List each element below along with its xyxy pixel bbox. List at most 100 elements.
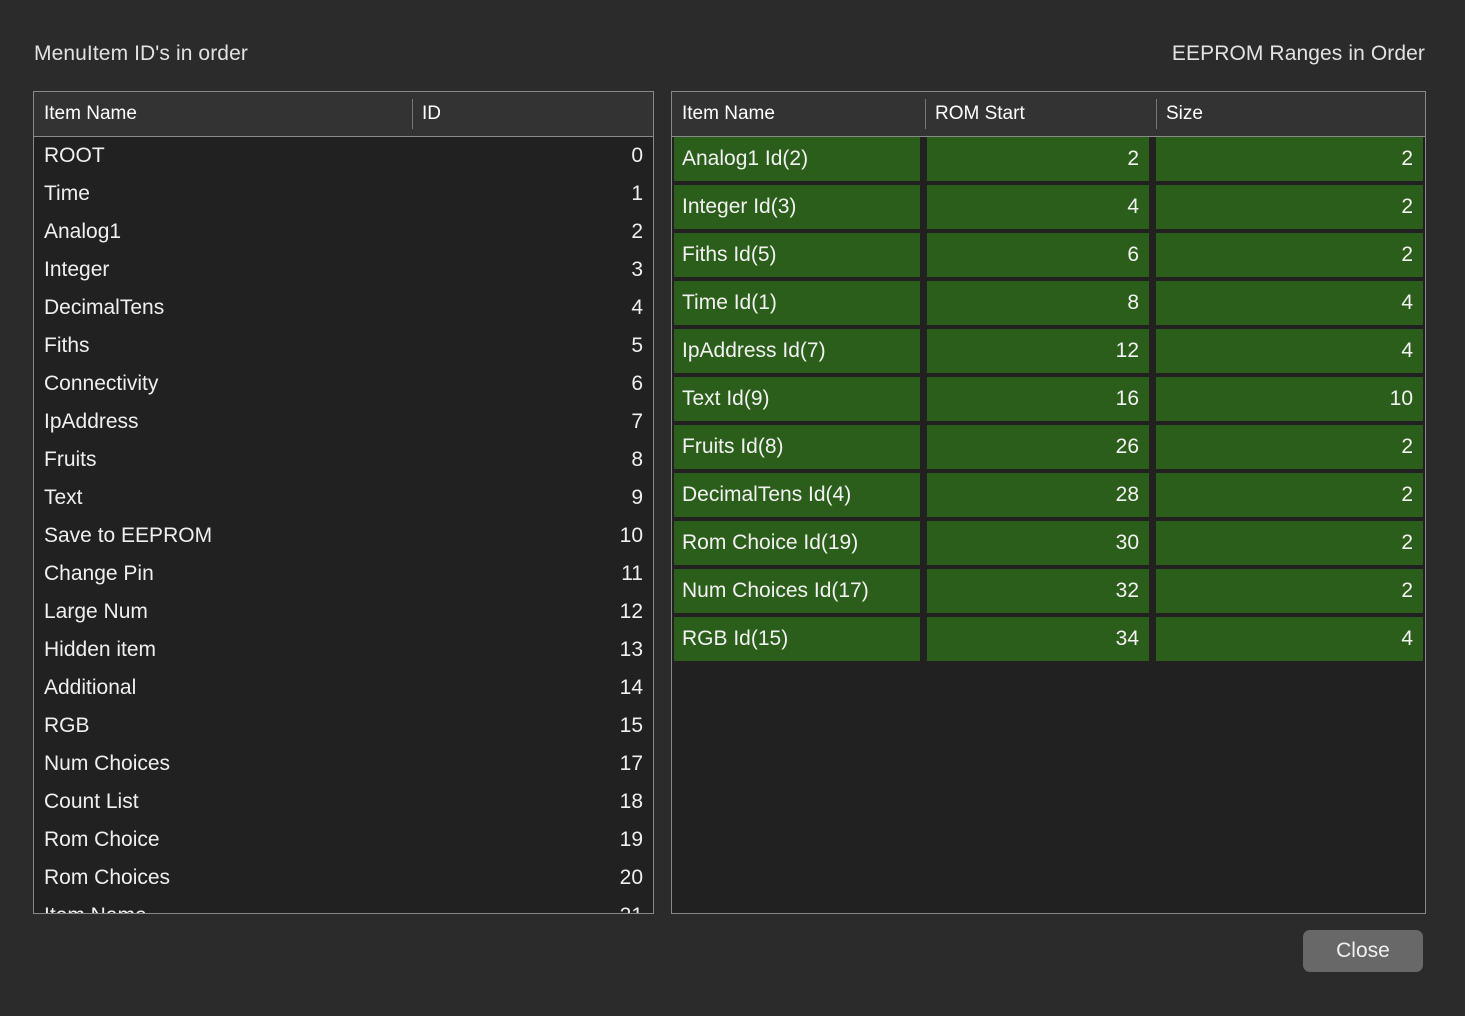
table-row[interactable]: Time 1 (34, 175, 653, 213)
cell-size: 4 (1156, 281, 1423, 325)
diagnostics-window: MenuItem ID's in order EEPROM Ranges in … (0, 0, 1465, 1016)
cell-item-name: RGB (44, 714, 90, 737)
table-row[interactable]: Analog1 Id(2) 2 2 (672, 137, 1425, 181)
right-panel-title: EEPROM Ranges in Order (1171, 42, 1425, 65)
cell-id: 15 (619, 714, 643, 737)
cell-size: 10 (1156, 377, 1423, 421)
cell-id: 4 (631, 296, 643, 319)
table-row[interactable]: RGB 15 (34, 707, 653, 745)
cell-item-name: Fiths Id(5) (674, 233, 920, 277)
cell-item-name: Text Id(9) (674, 377, 920, 421)
eeprom-ranges-panel: Item Name ROM Start Size Analog1 Id(2) 2 2… (671, 91, 1426, 914)
cell-rom-start: 4 (927, 185, 1149, 229)
table-row[interactable]: Integer Id(3) 4 2 (672, 185, 1425, 229)
cell-item-name: Rom Choice Id(19) (674, 521, 920, 565)
table-row[interactable]: Change Pin 11 (34, 555, 653, 593)
cell-item-name: Fruits Id(8) (674, 425, 920, 469)
table-row[interactable]: Save to EEPROM 10 (34, 517, 653, 555)
cell-item-name: RGB Id(15) (674, 617, 920, 661)
column-header-item-name[interactable]: Item Name (672, 92, 925, 136)
cell-id: 13 (619, 638, 643, 661)
cell-item-name: ROOT (44, 144, 105, 167)
cell-item-name: Connectivity (44, 372, 159, 395)
table-row[interactable]: DecimalTens Id(4) 28 2 (672, 473, 1425, 517)
cell-id: 2 (631, 220, 643, 243)
cell-id: 6 (631, 372, 643, 395)
cell-id: 7 (631, 410, 643, 433)
column-header-item-name[interactable]: Item Name (34, 92, 412, 136)
cell-id: 18 (619, 790, 643, 813)
cell-item-name: Num Choices (44, 752, 171, 775)
table-row[interactable]: Count List 18 (34, 783, 653, 821)
cell-id: 1 (631, 182, 643, 205)
cell-id: 20 (619, 866, 643, 889)
table-row[interactable]: Fiths 5 (34, 327, 653, 365)
cell-item-name: Time (44, 182, 90, 205)
table-row[interactable]: IpAddress Id(7) 12 4 (672, 329, 1425, 373)
table-row[interactable]: Num Choices 17 (34, 745, 653, 783)
cell-size: 2 (1156, 569, 1423, 613)
column-header-id[interactable]: ID (412, 92, 653, 136)
eeprom-ranges-list[interactable]: Analog1 Id(2) 2 2 Integer Id(3) 4 2 Fiths Id(5… (672, 137, 1425, 913)
table-row[interactable]: Analog1 2 (34, 213, 653, 251)
menuitem-ids-panel: Item Name ID ROOT 0 Time 1 Analog1 2 Integer 3 D… (33, 91, 654, 914)
cell-rom-start: 8 (927, 281, 1149, 325)
cell-id: 0 (631, 144, 643, 167)
table-row[interactable]: Rom Choice Id(19) 30 2 (672, 521, 1425, 565)
cell-item-name: Save to EEPROM (44, 524, 213, 547)
column-header-rom-start[interactable]: ROM Start (925, 92, 1156, 136)
cell-id: 11 (621, 562, 643, 585)
table-row[interactable]: Text 9 (34, 479, 653, 517)
cell-size: 2 (1156, 233, 1423, 277)
cell-rom-start: 34 (927, 617, 1149, 661)
cell-id: 3 (631, 258, 643, 281)
table-row[interactable]: Rom Choice 19 (34, 821, 653, 859)
cell-item-name: Rom Choices (44, 866, 171, 889)
dialog-footer: Close (0, 930, 1465, 984)
cell-id: 21 (563, 904, 653, 913)
cell-item-name: DecimalTens (44, 296, 165, 319)
cell-id: 17 (619, 752, 643, 775)
cell-item-name: Fruits (44, 448, 97, 471)
panel-titles: MenuItem ID's in order EEPROM Ranges in … (0, 42, 1465, 76)
cell-item-name: IpAddress (44, 410, 139, 433)
table-row[interactable]: RGB Id(15) 34 4 (672, 617, 1425, 661)
cell-rom-start: 32 (927, 569, 1149, 613)
cell-item-name: Time Id(1) (674, 281, 920, 325)
cell-id: 5 (631, 334, 643, 357)
cell-item-name: Num Choices Id(17) (674, 569, 920, 613)
table-row[interactable]: Connectivity 6 (34, 365, 653, 403)
cell-size: 4 (1156, 329, 1423, 373)
cell-item-name: Integer (44, 258, 110, 281)
table-row[interactable]: Large Num 12 (34, 593, 653, 631)
cell-id: 8 (631, 448, 643, 471)
table-row[interactable]: IpAddress 7 (34, 403, 653, 441)
cell-rom-start: 16 (927, 377, 1149, 421)
cell-item-name: Count List (44, 790, 139, 813)
table-row[interactable]: Hidden item 13 (34, 631, 653, 669)
cell-size: 2 (1156, 473, 1423, 517)
table-row[interactable]: Item Name21 (34, 897, 653, 913)
cell-item-name: Additional (44, 676, 137, 699)
table-row[interactable]: ROOT 0 (34, 137, 653, 175)
menuitem-ids-list[interactable]: ROOT 0 Time 1 Analog1 2 Integer 3 DecimalTens 4 Fi… (34, 137, 653, 913)
cell-item-name: Analog1 (44, 220, 122, 243)
cell-id: 19 (619, 828, 643, 851)
eeprom-ranges-header-row: Item Name ROM Start Size (672, 92, 1425, 137)
table-row[interactable]: DecimalTens 4 (34, 289, 653, 327)
close-button[interactable]: Close (1303, 930, 1423, 972)
table-row[interactable]: Fruits Id(8) 26 2 (672, 425, 1425, 469)
cell-item-name: Change Pin (44, 562, 154, 585)
cell-id: 14 (619, 676, 643, 699)
table-row[interactable]: Integer 3 (34, 251, 653, 289)
table-row[interactable]: Text Id(9) 16 10 (672, 377, 1425, 421)
column-header-size[interactable]: Size (1156, 92, 1425, 136)
cell-size: 2 (1156, 521, 1423, 565)
table-row[interactable]: Additional 14 (34, 669, 653, 707)
cell-item-name: Integer Id(3) (674, 185, 920, 229)
table-row[interactable]: Num Choices Id(17) 32 2 (672, 569, 1425, 613)
table-row[interactable]: Rom Choices 20 (34, 859, 653, 897)
table-row[interactable]: Fruits 8 (34, 441, 653, 479)
table-row[interactable]: Fiths Id(5) 6 2 (672, 233, 1425, 277)
table-row[interactable]: Time Id(1) 8 4 (672, 281, 1425, 325)
